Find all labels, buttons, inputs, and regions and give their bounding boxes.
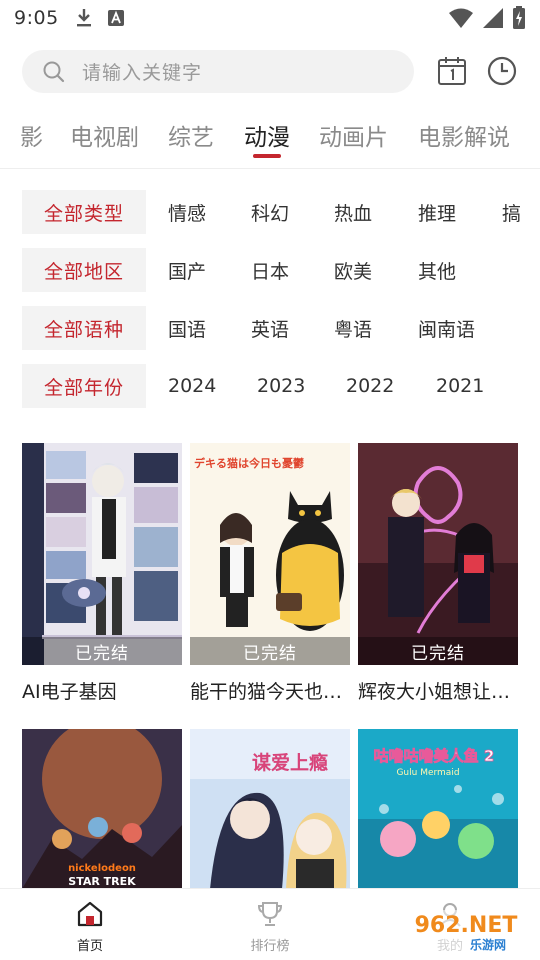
tab-anime[interactable]: 动漫: [244, 118, 290, 152]
completion-badge: 已完结: [22, 637, 182, 665]
font-app-icon: [107, 10, 124, 26]
battery-icon: [513, 6, 525, 29]
site-watermark: 962.NET 乐游网: [400, 910, 534, 952]
filter-option[interactable]: 粤语: [334, 306, 372, 350]
nav-home[interactable]: 首页: [50, 899, 130, 954]
nav-ranking[interactable]: 排行榜: [230, 899, 310, 954]
filter-option[interactable]: 情感: [168, 190, 206, 234]
status-time: 9:05: [14, 7, 59, 29]
tab-tv-series[interactable]: 电视剧: [70, 118, 139, 152]
filter-option[interactable]: 2022: [346, 364, 394, 408]
nav-label: 排行榜: [250, 939, 290, 954]
filter-row-region: 全部地区 国产 日本 欧美 其他: [0, 248, 540, 292]
card-title: 辉夜大小姐想让…: [358, 681, 511, 703]
card-title: AI电子基因: [22, 681, 117, 703]
filter-option[interactable]: 英语: [251, 306, 289, 350]
completion-badge: 已完结: [190, 637, 350, 665]
divider: [0, 168, 540, 169]
poster-title-text: デキる猫は今日も憂鬱: [194, 456, 304, 470]
filter-option[interactable]: 热血: [334, 190, 372, 234]
tab-cartoon[interactable]: 动画片: [319, 118, 388, 152]
category-tabs: 影 电视剧 综艺 动漫 动画片 电影解说: [0, 110, 540, 166]
search-placeholder: 请输入关键字: [82, 62, 203, 84]
poster-title-text: 谋爱上瘾: [252, 751, 328, 774]
watermark-subtext: 乐游网: [470, 937, 506, 952]
card-title: 能干的猫今天也…: [190, 681, 343, 703]
wifi-icon: [449, 8, 473, 28]
poster-image: 谋爱上瘾: [190, 729, 350, 889]
active-tab-indicator: [253, 154, 281, 158]
tab-movie-commentary[interactable]: 电影解说: [418, 118, 510, 152]
filter-option[interactable]: 欧美: [334, 248, 372, 292]
filter-option[interactable]: 2023: [257, 364, 305, 408]
filter-option[interactable]: 科幻: [251, 190, 289, 234]
poster-image: デキる猫は今日も憂鬱 已完结: [190, 443, 350, 665]
filter-option[interactable]: 2021: [436, 364, 484, 408]
filter-row-year: 全部年份 2024 2023 2022 2021: [0, 364, 540, 408]
nav-label: 首页: [76, 939, 103, 954]
poster-title-text: STAR TREK: [68, 875, 136, 888]
filter-option[interactable]: 2024: [168, 364, 216, 408]
poster-image: 已完结: [358, 443, 518, 665]
filter-option[interactable]: 推理: [418, 190, 456, 234]
filter-option[interactable]: 国产: [168, 248, 206, 292]
filter-option[interactable]: 搞: [502, 190, 521, 234]
filter-all-year[interactable]: 全部年份: [22, 364, 146, 408]
status-bar: 9:05: [0, 0, 540, 36]
completion-badge: 已完结: [358, 637, 518, 665]
history-icon[interactable]: [486, 55, 518, 87]
poster-image: nickelodeon STAR TREK: [22, 729, 182, 889]
filter-all-type[interactable]: 全部类型: [22, 190, 146, 234]
filter-all-language[interactable]: 全部语种: [22, 306, 146, 350]
search-input[interactable]: 请输入关键字: [22, 50, 414, 93]
filter-option[interactable]: 国语: [168, 306, 206, 350]
filter-option[interactable]: 日本: [251, 248, 289, 292]
home-icon: [77, 901, 103, 927]
poster-image: 咕噜咕噜美人鱼 2 Gulu Mermaid: [358, 729, 518, 889]
poster-image: 已完结: [22, 443, 182, 665]
watermark-text: 962.NET: [415, 913, 518, 938]
tab-movie[interactable]: 影: [20, 118, 43, 152]
search-icon: [43, 61, 65, 82]
filter-row-type: 全部类型 情感 科幻 热血 推理 搞: [0, 190, 540, 234]
signal-icon: [483, 8, 503, 28]
filter-option[interactable]: 闽南语: [418, 306, 475, 350]
poster-title-text: 咕噜咕噜美人鱼 2: [374, 747, 495, 765]
filter-row-language: 全部语种 国语 英语 粤语 闽南语: [0, 306, 540, 350]
poster-subtitle-text: Gulu Mermaid: [396, 768, 459, 778]
poster-brand-text: nickelodeon: [68, 863, 136, 874]
calendar-icon[interactable]: [436, 55, 468, 87]
download-icon: [76, 9, 91, 27]
filter-option[interactable]: 其他: [418, 248, 456, 292]
trophy-icon: [257, 902, 283, 926]
tab-variety[interactable]: 综艺: [168, 118, 214, 152]
filter-all-region[interactable]: 全部地区: [22, 248, 146, 292]
